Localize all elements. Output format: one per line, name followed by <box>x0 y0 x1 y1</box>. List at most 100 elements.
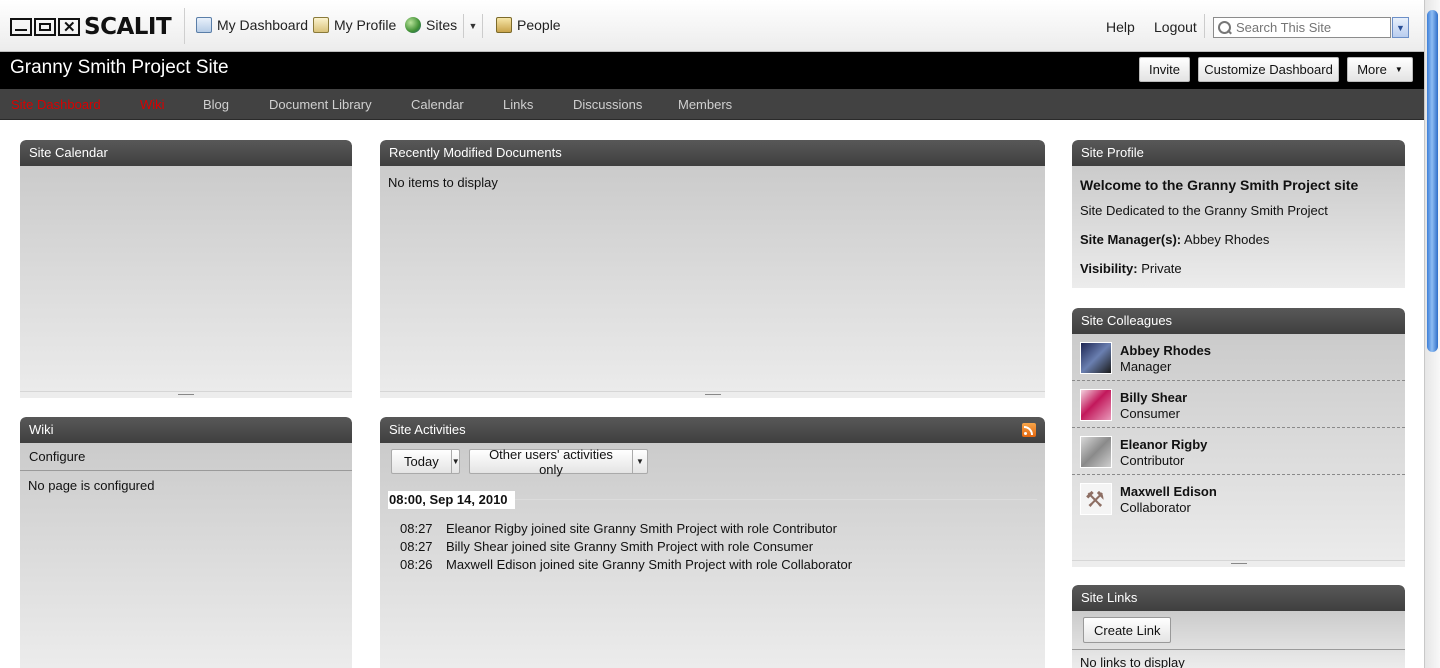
resize-handle[interactable] <box>1072 560 1405 567</box>
member-name[interactable]: Abbey Rhodes <box>1120 343 1211 358</box>
manager-label: Site Manager(s): <box>1080 232 1182 247</box>
avatar[interactable] <box>1080 436 1112 468</box>
recent-documents-dashlet: Recently Modified Documents No items to … <box>380 140 1045 398</box>
tab-members[interactable]: Members <box>678 97 732 112</box>
profile-manager: Site Manager(s): Abbey Rhodes <box>1080 232 1269 247</box>
dashlet-body: Welcome to the Granny Smith Project site… <box>1072 166 1405 288</box>
profile-description: Site Dedicated to the Granny Smith Proje… <box>1080 203 1328 218</box>
logo[interactable]: SCALIT <box>10 14 172 40</box>
tab-discussions[interactable]: Discussions <box>573 97 642 112</box>
site-navigation: Site Dashboard Wiki Blog Document Librar… <box>0 89 1424 120</box>
list-item: ⚒ Maxwell Edison Collaborator <box>1072 475 1405 522</box>
wiki-dashlet: Wiki Configure No page is configured <box>20 417 352 668</box>
list-item: Eleanor Rigby Contributor <box>1072 428 1405 475</box>
people-label: People <box>517 17 561 33</box>
my-profile-link[interactable]: My Profile <box>313 17 396 33</box>
empty-message: No items to display <box>388 175 498 190</box>
tab-wiki[interactable]: Wiki <box>140 97 165 112</box>
close-box-icon <box>58 18 80 36</box>
empty-message: No page is configured <box>28 478 155 493</box>
list-item: Abbey Rhodes Manager <box>1072 334 1405 381</box>
configure-link[interactable]: Configure <box>29 449 85 464</box>
site-activities-dashlet: Site Activities Today ▼ Other users' act… <box>380 417 1045 668</box>
dashlet-body <box>20 166 352 398</box>
divider <box>184 8 185 44</box>
activity-time: 08:27 <box>400 539 433 554</box>
dashlet-title: Wiki <box>20 417 352 443</box>
dashlet-title: Site Links <box>1072 585 1405 611</box>
caret-down-icon: ▼ <box>1394 65 1403 74</box>
dashlet-body: Create Link No links to display <box>1072 611 1405 668</box>
dashlet-body: Today ▼ Other users' activities only ▼ 0… <box>380 443 1045 668</box>
tab-blog[interactable]: Blog <box>203 97 229 112</box>
divider <box>1204 14 1205 38</box>
activity-text: Maxwell Edison joined site Granny Smith … <box>446 557 853 572</box>
visibility-value: Private <box>1141 261 1182 276</box>
member-role: Contributor <box>1120 453 1185 468</box>
vertical-scrollbar[interactable] <box>1424 0 1440 668</box>
activity-date-heading: 08:00, Sep 14, 2010 <box>388 491 515 509</box>
customize-dashboard-button[interactable]: Customize Dashboard <box>1198 57 1339 82</box>
resize-handle[interactable] <box>380 391 1045 398</box>
invite-button[interactable]: Invite <box>1139 57 1190 82</box>
dashlet-title: Recently Modified Documents <box>380 140 1045 166</box>
create-link-button[interactable]: Create Link <box>1083 617 1172 643</box>
logout-link[interactable]: Logout <box>1154 19 1197 35</box>
chevron-down-icon: ▼ <box>1396 22 1405 33</box>
dashlet-body: Abbey Rhodes Manager Billy Shear Consume… <box>1072 334 1405 567</box>
site-links-dashlet: Site Links Create Link No links to displ… <box>1072 585 1405 668</box>
activity-item: 08:26 Maxwell Edison joined site Granny S… <box>400 557 852 572</box>
site-colleagues-dashlet: Site Colleagues Abbey Rhodes Manager Bil… <box>1072 308 1405 567</box>
tab-document-library[interactable]: Document Library <box>269 97 372 112</box>
more-label: More <box>1357 62 1387 77</box>
top-bar: SCALIT My Dashboard My Profile Sites ▼ P… <box>0 0 1424 52</box>
scrollbar-thumb[interactable] <box>1427 10 1438 352</box>
resize-handle[interactable] <box>20 391 352 398</box>
member-name[interactable]: Maxwell Edison <box>1120 484 1217 499</box>
search-options-button[interactable]: ▼ <box>1392 17 1409 38</box>
site-profile-dashlet: Site Profile Welcome to the Granny Smith… <box>1072 140 1405 288</box>
tab-links[interactable]: Links <box>503 97 533 112</box>
dashlet-body: Configure No page is configured <box>20 443 352 668</box>
rss-feed-icon[interactable] <box>1022 423 1036 437</box>
profile-welcome: Welcome to the Granny Smith Project site <box>1080 177 1359 193</box>
member-role: Consumer <box>1120 406 1180 421</box>
member-role: Manager <box>1120 359 1172 374</box>
activity-text: Eleanor Rigby joined site Granny Smith P… <box>446 521 837 536</box>
member-name[interactable]: Eleanor Rigby <box>1120 437 1207 452</box>
wiki-toolbar: Configure <box>20 443 352 471</box>
sites-menu-button[interactable]: ▼ <box>463 14 483 38</box>
help-link[interactable]: Help <box>1106 19 1135 35</box>
date-range-filter[interactable]: Today ▼ <box>391 449 460 474</box>
people-link[interactable]: People <box>496 17 561 33</box>
profile-visibility: Visibility: Private <box>1080 261 1182 276</box>
manager-value: Abbey Rhodes <box>1184 232 1270 247</box>
activity-item: 08:27 Eleanor Rigby joined site Granny Sm… <box>400 521 837 536</box>
activity-user-filter[interactable]: Other users' activities only ▼ <box>469 447 648 477</box>
sites-link[interactable]: Sites <box>405 17 457 33</box>
site-title-bar: Granny Smith Project Site Invite Customi… <box>0 52 1424 89</box>
globe-icon <box>405 17 421 33</box>
activity-time: 08:26 <box>400 557 433 572</box>
search-box[interactable] <box>1213 17 1391 38</box>
logo-text: SCALIT <box>84 14 172 40</box>
search-icon <box>1217 20 1233 36</box>
divider <box>1072 649 1405 650</box>
avatar[interactable]: ⚒ <box>1080 483 1112 515</box>
profile-icon <box>313 17 329 33</box>
member-name[interactable]: Billy Shear <box>1120 390 1187 405</box>
search-input[interactable] <box>1236 20 1386 35</box>
tab-site-dashboard[interactable]: Site Dashboard <box>11 97 101 112</box>
page-title: Granny Smith Project Site <box>10 57 229 78</box>
caret-down-icon: ▼ <box>451 457 460 466</box>
avatar[interactable] <box>1080 389 1112 421</box>
tab-calendar[interactable]: Calendar <box>411 97 464 112</box>
my-dashboard-link[interactable]: My Dashboard <box>196 17 308 33</box>
more-button[interactable]: More ▼ <box>1347 57 1413 82</box>
activity-text: Billy Shear joined site Granny Smith Pro… <box>446 539 814 554</box>
dashlet-body: No items to display <box>380 166 1045 398</box>
minimize-box-icon <box>10 18 32 36</box>
dashlet-title-text: Site Activities <box>389 422 466 437</box>
avatar[interactable] <box>1080 342 1112 374</box>
member-role: Collaborator <box>1120 500 1191 515</box>
